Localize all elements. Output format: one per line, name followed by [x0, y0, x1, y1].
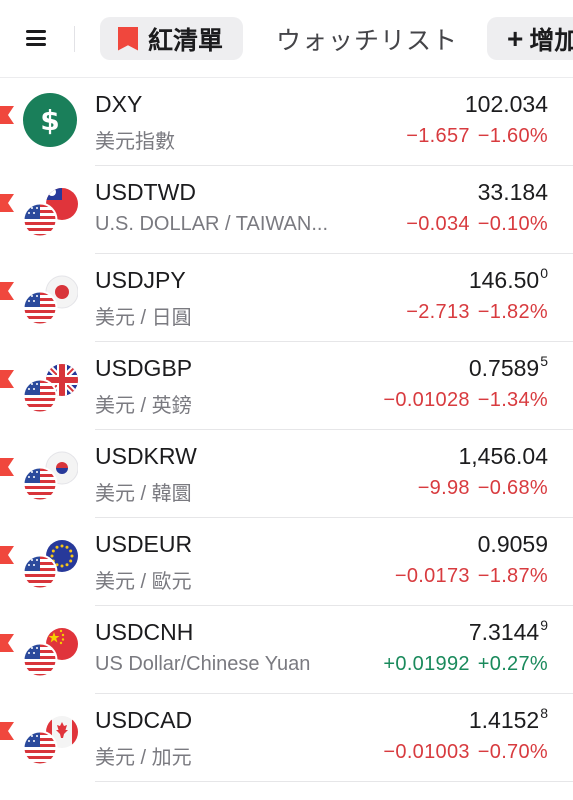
red-flag-marker-icon — [0, 458, 14, 476]
top-bar: 紅清單 ウォッチリスト + 增加 — [0, 0, 573, 78]
price: 1,456.04 — [458, 443, 548, 469]
red-flag-icon — [118, 26, 138, 51]
price: 102.034 — [464, 91, 548, 117]
instrument-name: 美元 / 英鎊 — [95, 395, 192, 417]
list-item[interactable]: USDEUR 美元 / 歐元 0.9059 −0.0173 −1.87% — [0, 518, 573, 606]
list-item[interactable]: $ DXY 美元指數 102.034 −1.657 −1.60% — [0, 78, 573, 166]
us-tw-flags-icon — [22, 188, 78, 236]
list-item[interactable]: USDJPY 美元 / 日圓 146.500 −2.713 −1.82% — [0, 254, 573, 342]
instrument-name: 美元 / 日圓 — [95, 307, 192, 329]
instrument-name: U.S. DOLLAR / TAIWAN... — [95, 213, 329, 235]
list-item[interactable]: USDGBP 美元 / 英鎊 0.75895 −0.01028 −1.34% — [0, 342, 573, 430]
price: 0.75895 — [468, 353, 548, 381]
change: −0.034 −0.10% — [406, 213, 548, 235]
red-flag-marker-icon — [0, 282, 14, 300]
menu-icon[interactable] — [26, 30, 46, 46]
change: −1.657 −1.60% — [406, 125, 548, 147]
red-flag-marker-icon — [0, 106, 14, 124]
instrument-name: 美元指數 — [95, 131, 175, 153]
red-flag-marker-icon — [0, 634, 14, 652]
us-kr-flags-icon — [22, 451, 78, 500]
plus-icon: + — [507, 22, 524, 54]
tab-label: ウォッチリスト — [276, 26, 459, 55]
svg-text:$: $ — [40, 104, 59, 137]
us-gb-flags-icon — [22, 364, 78, 412]
tab-red-list[interactable]: 紅清單 — [100, 17, 243, 60]
symbol: USDJPY — [95, 267, 186, 293]
instrument-name: 美元 / 歐元 — [95, 571, 192, 593]
symbol: USDKRW — [95, 443, 197, 469]
dollar-index-icon: $ — [23, 93, 77, 147]
change: −2.713 −1.82% — [406, 301, 548, 323]
change: −9.98 −0.68% — [417, 477, 548, 499]
symbol: DXY — [95, 91, 143, 117]
list-item[interactable]: USDKRW 美元 / 韓圜 1,456.04 −9.98 −0.68% — [0, 430, 573, 518]
red-flag-marker-icon — [0, 370, 14, 388]
tab-label: 增加 — [529, 26, 573, 55]
us-jp-flags-icon — [22, 275, 78, 324]
price: 0.9059 — [477, 531, 548, 557]
change: −0.01028 −1.34% — [383, 389, 548, 411]
list-item[interactable]: USDCAD 美元 / 加元 1.41528 −0.01003 −0.70% — [0, 694, 573, 782]
tab-watchlist[interactable]: ウォッチリスト — [276, 17, 458, 60]
instrument-name: 美元 / 加元 — [95, 747, 192, 769]
red-flag-marker-icon — [0, 194, 14, 212]
red-flag-marker-icon — [0, 546, 14, 564]
tab-label: 紅清單 — [148, 26, 224, 55]
symbol: USDEUR — [95, 531, 193, 557]
change: −0.0173 −1.87% — [394, 565, 548, 587]
us-ca-flags-icon — [22, 716, 78, 764]
symbol: USDCAD — [95, 707, 193, 733]
divider — [74, 26, 75, 52]
list-item[interactable]: USDCNH US Dollar/Chinese Yuan 7.31449 +0… — [0, 606, 573, 694]
instrument-name: 美元 / 韓圜 — [95, 483, 192, 505]
change: +0.01992 +0.27% — [383, 653, 548, 675]
price: 7.31449 — [468, 617, 548, 645]
price: 146.500 — [468, 265, 548, 293]
symbol: USDCNH — [95, 619, 194, 645]
us-cn-flags-icon — [22, 628, 78, 676]
symbol: USDGBP — [95, 355, 193, 381]
change: −0.01003 −0.70% — [383, 741, 548, 763]
add-list-button[interactable]: + 增加 — [487, 17, 573, 60]
list-item[interactable]: USDTWD U.S. DOLLAR / TAIWAN... 33.184 −0… — [0, 166, 573, 254]
red-flag-marker-icon — [0, 722, 14, 740]
price: 1.41528 — [468, 705, 548, 733]
instrument-name: US Dollar/Chinese Yuan — [95, 653, 311, 675]
us-eu-flags-icon — [22, 540, 78, 588]
price: 33.184 — [477, 179, 548, 205]
symbol: USDTWD — [95, 179, 196, 205]
